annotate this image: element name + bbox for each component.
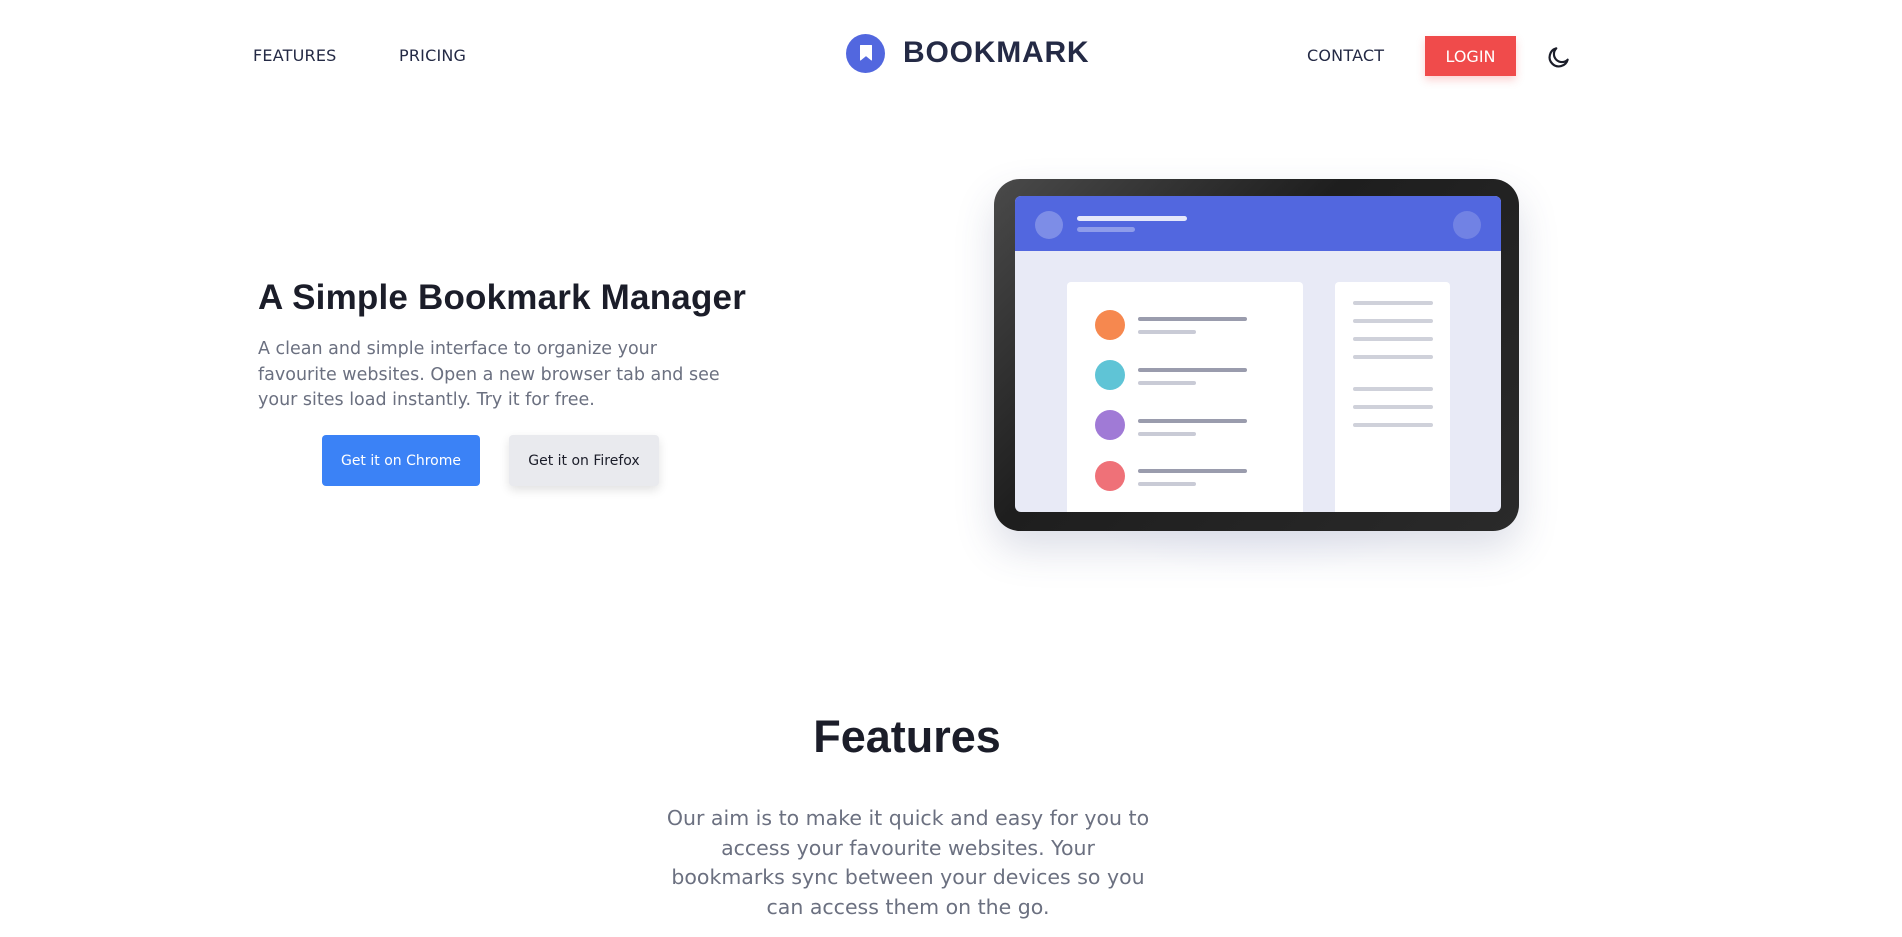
- header-subtitle-placeholder: [1077, 227, 1135, 232]
- sidebar-line: [1353, 337, 1433, 341]
- sidebar-line: [1353, 319, 1433, 323]
- bookmark-dot: [1095, 360, 1125, 390]
- bookmark-dot: [1095, 310, 1125, 340]
- nav-features-link[interactable]: FEATURES: [253, 46, 336, 65]
- sidebar-line: [1353, 355, 1433, 359]
- bookmark-subline: [1138, 330, 1196, 334]
- sidebar-line: [1353, 387, 1433, 391]
- bookmark-line: [1138, 317, 1247, 321]
- get-firefox-button[interactable]: Get it on Firefox: [509, 435, 659, 486]
- sidebar-card: [1335, 282, 1450, 512]
- bookmark-subline: [1138, 482, 1196, 486]
- bookmark-dot: [1095, 461, 1125, 491]
- tablet-screen: [1015, 196, 1501, 512]
- header-avatar-placeholder: [1035, 211, 1063, 239]
- bookmark-subline: [1138, 381, 1196, 385]
- top-navigation: FEATURES PRICING BOOKMARK CONTACT LOGIN: [0, 0, 1902, 112]
- get-chrome-button[interactable]: Get it on Chrome: [322, 435, 480, 486]
- login-button[interactable]: LOGIN: [1425, 36, 1516, 76]
- bookmark-dot: [1095, 410, 1125, 440]
- bookmark-line: [1138, 368, 1247, 372]
- features-title: Features: [813, 711, 1001, 762]
- bookmark-icon: [846, 33, 885, 73]
- moon-icon[interactable]: [1546, 44, 1572, 70]
- bookmark-subline: [1138, 432, 1196, 436]
- header-menu-placeholder: [1453, 211, 1481, 239]
- features-description: Our aim is to make it quick and easy for…: [666, 806, 1150, 919]
- hero-title: A Simple Bookmark Manager: [258, 278, 747, 317]
- bookmark-line: [1138, 469, 1247, 473]
- bookmark-list-card: [1067, 282, 1303, 512]
- sidebar-line: [1353, 423, 1433, 427]
- nav-contact-link[interactable]: CONTACT: [1307, 46, 1384, 65]
- logo-text: BOOKMARK: [903, 36, 1090, 69]
- hero-description: A clean and simple interface to organize…: [258, 339, 720, 410]
- nav-pricing-link[interactable]: PRICING: [399, 46, 466, 65]
- header-title-placeholder: [1077, 216, 1187, 221]
- sidebar-line: [1353, 301, 1433, 305]
- brand-logo[interactable]: BOOKMARK: [846, 32, 1089, 74]
- screen-header-bar: [1015, 196, 1501, 251]
- sidebar-line: [1353, 405, 1433, 409]
- bookmark-line: [1138, 419, 1247, 423]
